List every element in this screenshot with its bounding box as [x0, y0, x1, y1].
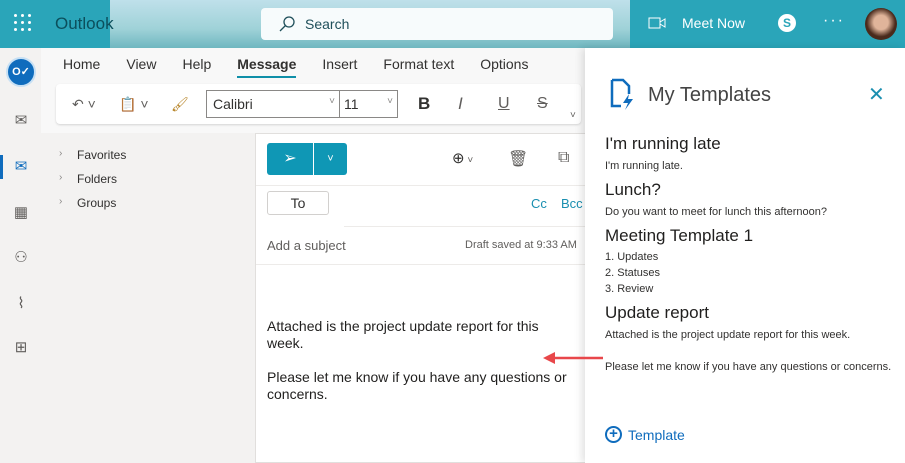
draft-status: Draft saved at 9:33 AM	[465, 239, 577, 251]
more-options-icon[interactable]: ···	[823, 12, 845, 30]
font-size-select[interactable]: 11 ˅	[339, 90, 398, 118]
app-rail: ✉ ✉ ▦ ⚇ ⌇ ⊞	[0, 48, 41, 463]
attachment-icon[interactable]: ⌇	[12, 294, 30, 312]
font-value: Calibri	[213, 96, 253, 112]
templates-icon	[610, 78, 633, 110]
template-text: Please let me know if you have any quest…	[605, 361, 892, 373]
bcc-button[interactable]: Bcc	[561, 196, 583, 211]
font-size-value: 11	[344, 96, 359, 112]
tab-format-text[interactable]: Format text	[383, 56, 454, 78]
skype-icon[interactable]: S	[778, 14, 796, 32]
close-icon[interactable]: ✕	[868, 82, 885, 107]
font-select[interactable]: Calibri ˅	[206, 90, 340, 118]
app-launcher-icon[interactable]	[14, 14, 32, 32]
template-text: 2. Statuses	[605, 267, 661, 279]
template-text: I'm running late.	[605, 160, 683, 172]
bold-icon[interactable]: B	[418, 94, 430, 114]
template-text: Do you want to meet for lunch this after…	[605, 206, 827, 218]
compose-pane: ➢ ˅ ⊕ ˅ 🗑 ⧉ To Cc Bcc Add a subject Draf…	[255, 133, 596, 463]
tab-home[interactable]: Home	[63, 56, 100, 78]
template-text: 3. Review	[605, 283, 654, 295]
folder-folders[interactable]: › Folders	[59, 172, 118, 186]
ribbon: Home View Help Message Insert Format tex…	[41, 48, 586, 133]
folder-groups[interactable]: › Groups	[59, 196, 117, 210]
apps-icon[interactable]: ⊞	[12, 338, 30, 356]
body-paragraph: Please let me know if you have any quest…	[267, 369, 567, 402]
folder-label: Folders	[77, 172, 118, 186]
cc-button[interactable]: Cc	[531, 196, 547, 211]
italic-icon[interactable]: I	[458, 94, 463, 114]
tab-help[interactable]: Help	[182, 56, 211, 78]
template-text: 1. Updates	[605, 251, 659, 263]
templates-panel: My Templates ✕ I'm running late I'm runni…	[585, 48, 905, 463]
tab-view[interactable]: View	[126, 56, 156, 78]
calendar-icon[interactable]: ▦	[12, 203, 30, 221]
template-text: Attached is the project update report fo…	[605, 329, 851, 341]
search-input[interactable]: Search	[261, 8, 613, 40]
template-name: Meeting Template 1	[605, 226, 754, 245]
folder-label: Favorites	[77, 148, 127, 162]
template-item[interactable]: Lunch? Do you want to meet for lunch this…	[605, 180, 895, 220]
avatar[interactable]	[865, 8, 897, 40]
rail-selection-indicator	[0, 155, 3, 179]
zoom-icon[interactable]: ⊕ ˅	[452, 149, 473, 167]
send-button-group: ➢ ˅	[267, 143, 347, 175]
tab-insert[interactable]: Insert	[322, 56, 357, 78]
top-bar: Outlook Search Meet Now S ···	[0, 0, 905, 48]
annotation-arrow-icon	[543, 352, 603, 364]
meet-now-button[interactable]: Meet Now	[648, 15, 745, 31]
subject-input[interactable]: Add a subject	[267, 238, 346, 253]
add-template-button[interactable]: + Template	[605, 426, 685, 443]
template-item[interactable]: Update report Attached is the project up…	[605, 303, 895, 375]
template-name: Update report	[605, 303, 709, 322]
send-options-chevron-icon[interactable]: ˅	[314, 143, 347, 175]
template-name: I'm running late	[605, 134, 721, 153]
template-item[interactable]: Meeting Template 1 1. Updates 2. Statuse…	[605, 226, 895, 297]
delete-icon[interactable]: 🗑	[508, 149, 528, 169]
add-template-label: Template	[628, 426, 685, 443]
body-paragraph: Attached is the project update report fo…	[267, 318, 539, 351]
folder-favorites[interactable]: › Favorites	[59, 148, 127, 162]
app-name: Outlook	[55, 14, 114, 33]
search-icon	[279, 16, 295, 32]
tab-options[interactable]: Options	[480, 56, 528, 78]
to-button[interactable]: To	[267, 191, 329, 215]
folder-pane: › Favorites › Folders › Groups	[41, 133, 255, 463]
outlook-logo-icon[interactable]: O✓	[6, 57, 36, 87]
ribbon-toolbar: ↶ ˅ 📋 ˅ 🖌 Calibri ˅ 11 ˅ B I U S	[56, 84, 581, 124]
template-item[interactable]: I'm running late I'm running late.	[605, 134, 895, 174]
mail-icon[interactable]: ✉	[12, 157, 30, 175]
message-body[interactable]: Attached is the project update report fo…	[267, 318, 577, 403]
strikethrough-icon[interactable]: S	[537, 95, 548, 113]
video-camera-icon	[648, 17, 666, 29]
add-circle-icon: +	[605, 426, 622, 443]
new-mail-icon[interactable]: ✉	[12, 111, 30, 129]
folder-label: Groups	[77, 196, 117, 210]
template-name: Lunch?	[605, 180, 661, 199]
ribbon-expand-icon[interactable]: ˅	[570, 110, 576, 121]
meet-now-label: Meet Now	[682, 15, 746, 31]
search-placeholder: Search	[305, 16, 350, 32]
people-icon[interactable]: ⚇	[12, 248, 30, 266]
paste-icon[interactable]: 📋 ˅	[119, 96, 149, 113]
panel-title: My Templates	[648, 84, 772, 106]
format-painter-icon[interactable]: 🖌	[171, 96, 189, 113]
pop-out-icon[interactable]: ⧉	[558, 149, 569, 167]
tab-message[interactable]: Message	[237, 56, 297, 78]
undo-icon[interactable]: ↶ ˅	[72, 96, 96, 113]
underline-icon[interactable]: U	[498, 95, 510, 113]
send-button[interactable]: ➢	[267, 143, 314, 175]
ribbon-tabs: Home View Help Message Insert Format tex…	[63, 56, 554, 78]
